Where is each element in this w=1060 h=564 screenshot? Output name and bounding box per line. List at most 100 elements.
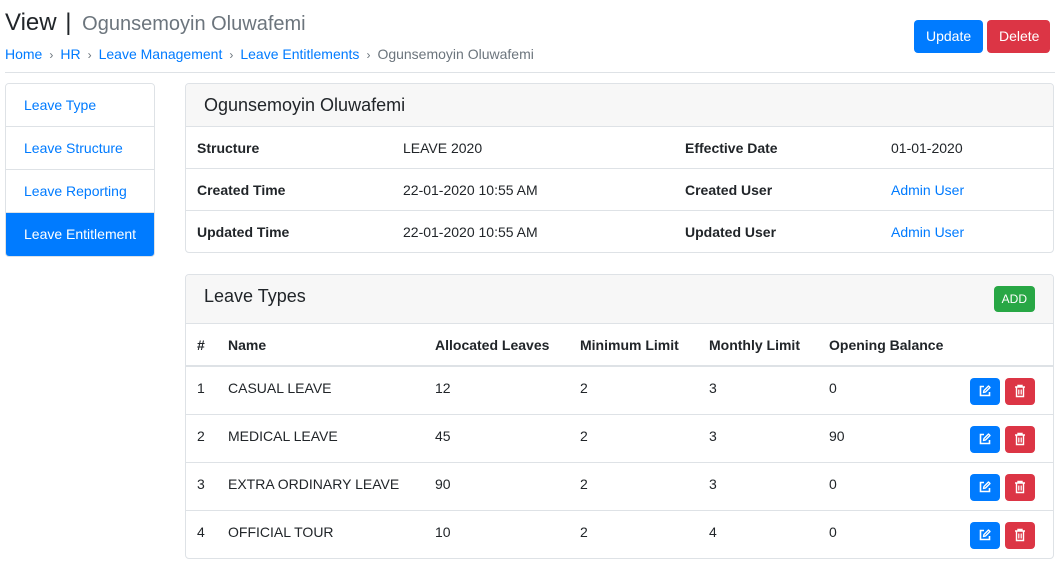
details-card-header: Ogunsemoyin Oluwafemi — [186, 84, 1053, 127]
delete-row-button[interactable] — [1005, 378, 1035, 405]
table-header-row: # Name Allocated Leaves Minimum Limit Mo… — [186, 324, 1053, 367]
cell-number: 4 — [197, 523, 205, 540]
edit-button[interactable] — [970, 425, 1001, 453]
trash-icon — [1015, 432, 1025, 445]
created-time-value: 22-01-2020 10:55 AM — [403, 182, 538, 198]
cell-monthly: 3 — [709, 462, 829, 511]
sidebar-item-leave-type[interactable]: Leave Type — [6, 84, 154, 127]
cell-allocated: 10 — [435, 523, 451, 540]
sidebar-item-leave-structure[interactable]: Leave Structure — [6, 127, 154, 170]
effective-date-label: Effective Date — [685, 140, 778, 156]
cell-monthly: 3 — [709, 366, 829, 415]
cell-actions — [969, 462, 1053, 511]
details-row: Updated Time 22-01-2020 10:55 AM Updated… — [186, 211, 1053, 252]
leave-types-table: # Name Allocated Leaves Minimum Limit Mo… — [186, 324, 1053, 558]
edit-icon — [979, 432, 991, 444]
edit-icon — [979, 480, 991, 492]
structure-value: LEAVE 2020 — [403, 140, 483, 156]
trash-icon — [1015, 480, 1025, 493]
edit-button[interactable] — [970, 473, 1001, 501]
add-leave-type-button[interactable]: ADD — [993, 286, 1035, 312]
edit-button[interactable] — [970, 521, 1001, 549]
edit-icon — [979, 528, 991, 540]
page-subtitle: Ogunsemoyin Oluwafemi — [82, 13, 306, 35]
title-separator: | — [65, 9, 72, 36]
edit-button[interactable] — [970, 378, 1001, 405]
column-header-actions — [969, 324, 1053, 367]
updated-time-label: Updated Time — [197, 224, 290, 240]
column-header-monthly: Monthly Limit — [709, 324, 829, 367]
column-header-opening: Opening Balance — [829, 324, 969, 367]
cell-allocated: 90 — [435, 462, 580, 511]
cell-allocated: 45 — [435, 414, 580, 463]
cell-minimum: 2 — [580, 523, 588, 540]
updated-time-value: 22-01-2020 10:55 AM — [403, 224, 538, 240]
cell-name: MEDICAL LEAVE — [228, 414, 435, 463]
cell-minimum: 2 — [580, 462, 709, 511]
cell-minimum: 2 — [580, 414, 709, 463]
column-header-minimum: Minimum Limit — [580, 324, 709, 367]
cell-opening: 90 — [829, 414, 969, 463]
details-card-title: Ogunsemoyin Oluwafemi — [204, 95, 406, 115]
updated-user-label: Updated User — [685, 224, 777, 240]
sidebar-item-leave-entitlement[interactable]: Leave Entitlement — [6, 213, 154, 256]
cell-opening: 0 — [829, 366, 969, 415]
breadcrumb-chevron-icon: › — [229, 48, 234, 62]
leave-types-title: Leave Types — [204, 286, 306, 306]
updated-user-link[interactable]: Admin User — [891, 224, 964, 240]
leave-types-card: Leave Types ADD # Name Allocated Leaves … — [185, 274, 1054, 559]
breadcrumb: Home › HR › Leave Management › Leave Entitleme… — [5, 45, 534, 64]
breadcrumb-chevron-icon: › — [49, 48, 54, 62]
created-user-label: Created User — [685, 182, 773, 198]
details-row: Created Time 22-01-2020 10:55 AM Created… — [186, 169, 1053, 211]
column-header-allocated: Allocated Leaves — [435, 324, 580, 367]
sidebar-item-leave-reporting[interactable]: Leave Reporting — [6, 170, 154, 213]
breadcrumb-home[interactable]: Home — [5, 46, 42, 62]
leave-types-card-header: Leave Types ADD — [186, 275, 1053, 324]
delete-button[interactable]: Delete — [987, 20, 1050, 53]
cell-name: OFFICIAL TOUR — [228, 523, 334, 540]
header-actions: Update Delete — [914, 20, 1050, 53]
cell-monthly: 4 — [709, 523, 717, 540]
page-header: View | Ogunsemoyin Oluwafemi Home › HR › Lea… — [5, 0, 1055, 73]
breadcrumb-hr[interactable]: HR — [60, 46, 80, 62]
breadcrumb-leave-entitlements[interactable]: Leave Entitlements — [240, 46, 359, 62]
details-card: Ogunsemoyin Oluwafemi Structure LEAVE 20… — [185, 83, 1054, 253]
table-row: 3 EXTRA ORDINARY LEAVE 90 2 3 0 — [186, 462, 1053, 511]
table-row: 2 MEDICAL LEAVE 45 2 3 90 — [186, 414, 1053, 463]
cell-actions — [969, 510, 1053, 558]
cell-minimum: 2 — [580, 366, 709, 415]
cell-number: 2 — [186, 414, 228, 463]
column-header-number: # — [186, 324, 228, 367]
effective-date-value: 01-01-2020 — [891, 140, 963, 156]
created-user-link[interactable]: Admin User — [891, 182, 964, 198]
structure-label: Structure — [197, 140, 260, 156]
cell-number: 3 — [186, 462, 228, 511]
page-title-main: View — [5, 9, 57, 36]
cell-actions — [969, 414, 1053, 463]
delete-row-button[interactable] — [1005, 425, 1035, 453]
cell-opening: 0 — [829, 523, 837, 540]
breadcrumb-current: Ogunsemoyin Oluwafemi — [377, 46, 534, 62]
table-row: 1 CASUAL LEAVE 12 2 3 0 — [186, 366, 1053, 415]
cell-allocated: 12 — [435, 366, 580, 415]
breadcrumb-leave-management[interactable]: Leave Management — [99, 46, 223, 62]
created-time-label: Created Time — [197, 182, 286, 198]
trash-icon — [1015, 528, 1025, 541]
cell-name: CASUAL LEAVE — [228, 366, 435, 415]
cell-actions — [969, 366, 1053, 415]
cell-name: EXTRA ORDINARY LEAVE — [228, 462, 435, 511]
cell-number: 1 — [186, 366, 228, 415]
cell-monthly: 3 — [709, 414, 829, 463]
table-row: 4 OFFICIAL TOUR 10 2 4 0 — [186, 510, 1053, 558]
delete-row-button[interactable] — [1005, 521, 1035, 549]
edit-icon — [979, 385, 991, 397]
trash-icon — [1015, 384, 1025, 398]
sidebar-nav: Leave Type Leave Structure Leave Reporti… — [5, 83, 155, 257]
page-title: View | Ogunsemoyin Oluwafemi — [5, 9, 306, 38]
details-row: Structure LEAVE 2020 Effective Date 01-0… — [186, 127, 1053, 169]
delete-row-button[interactable] — [1005, 473, 1035, 501]
breadcrumb-chevron-icon: › — [87, 48, 92, 62]
update-button[interactable]: Update — [914, 20, 983, 53]
cell-opening: 0 — [829, 462, 969, 511]
